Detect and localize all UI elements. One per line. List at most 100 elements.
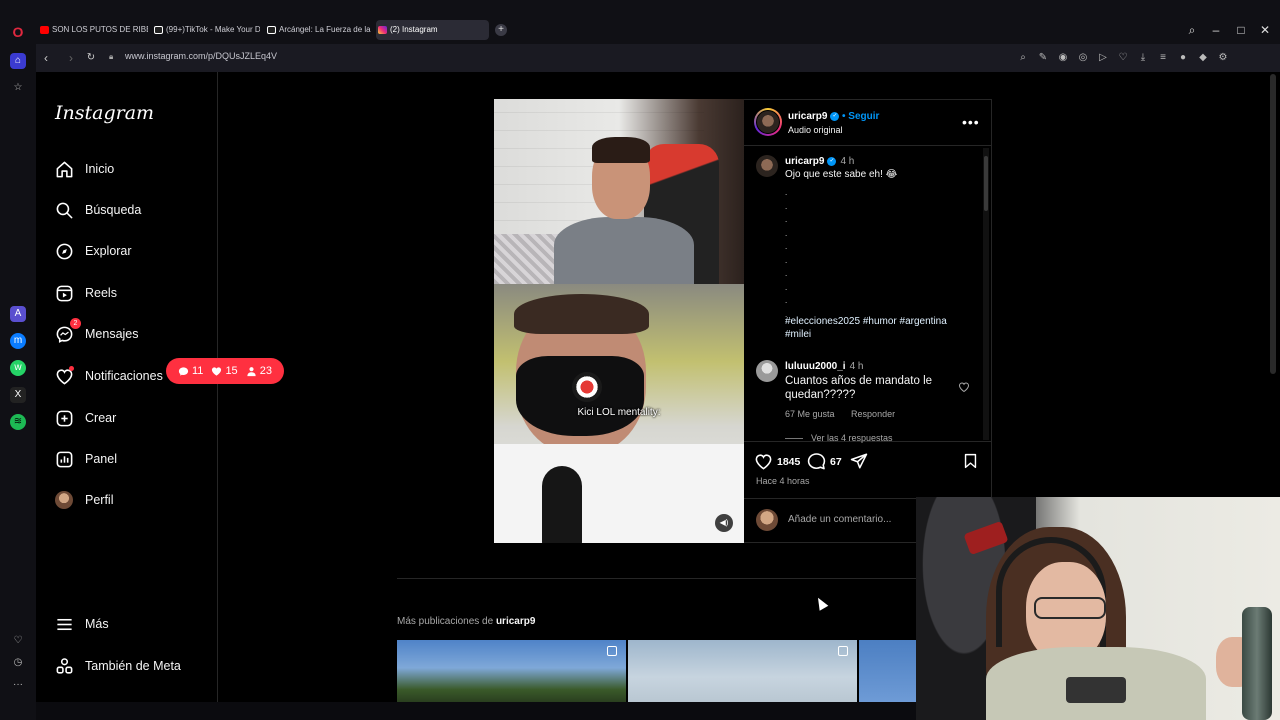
- like-count: 1845: [777, 455, 801, 468]
- sidebar-item-label: Crear: [85, 411, 117, 425]
- tab-tiktok-1[interactable]: (99+)TikTok - Make Your D: [152, 20, 260, 40]
- wallet-icon[interactable]: ◆: [1196, 51, 1210, 65]
- heart-icon[interactable]: ♡: [10, 633, 26, 649]
- tiktok-icon: [154, 26, 163, 34]
- sidebar-item-notificaciones[interactable]: Notificaciones: [54, 364, 163, 388]
- audio-label[interactable]: Audio original: [788, 125, 843, 135]
- back-icon[interactable]: ‹: [38, 50, 54, 66]
- reply-button[interactable]: Responder: [851, 409, 895, 419]
- person-icon: [247, 366, 256, 376]
- caption-username-text: uricarp9: [785, 156, 825, 167]
- sidebar-item-mensajes[interactable]: 2 Mensajes: [54, 318, 139, 346]
- history-icon[interactable]: ◷: [10, 655, 26, 671]
- sidebar-item-inicio[interactable]: Inicio: [54, 157, 114, 181]
- zoom-icon[interactable]: ⌕: [1016, 51, 1030, 65]
- bookmark-icon: [964, 453, 977, 469]
- edit-icon[interactable]: ✎: [1036, 51, 1050, 65]
- search-tabs-icon[interactable]: ⌕: [1184, 22, 1200, 38]
- heart-outline-icon[interactable]: ♡: [1116, 51, 1130, 65]
- new-tab-button[interactable]: +: [495, 24, 507, 36]
- messenger-icon: 2: [54, 318, 81, 344]
- more-posts-username[interactable]: uricarp9: [496, 616, 535, 627]
- follow-button[interactable]: • Seguir: [842, 111, 879, 122]
- share-button[interactable]: [850, 452, 868, 470]
- instagram-logo[interactable]: Instagram: [55, 102, 154, 124]
- page-scrollbar-thumb[interactable]: [1270, 74, 1276, 374]
- sidebar-item-perfil[interactable]: Perfil: [54, 488, 113, 512]
- comment-username[interactable]: luluuu2000_i 4 h: [785, 361, 863, 372]
- sidebar-item-label: Mensajes: [85, 327, 139, 341]
- comments-scrollbar-thumb[interactable]: [984, 156, 988, 211]
- audio-toggle-icon[interactable]: ◀︎): [715, 514, 733, 532]
- tab-youtube[interactable]: SON LOS PUTOS DE RIBER: [38, 20, 148, 40]
- likes-count: 15: [211, 365, 238, 377]
- comment-like-icon[interactable]: [958, 381, 970, 393]
- screen: O SON LOS PUTOS DE RIBER (99+)TikTok - M…: [0, 0, 1280, 720]
- whatsapp-icon[interactable]: w: [10, 360, 26, 376]
- settings-icon[interactable]: ⚙: [1216, 51, 1230, 65]
- more-post-thumbnail[interactable]: [859, 640, 919, 702]
- tiktok-icon: [267, 26, 276, 34]
- messenger-app-icon[interactable]: m: [10, 333, 26, 349]
- tab-instagram[interactable]: (2) Instagram: [376, 20, 489, 40]
- caption-avatar[interactable]: [756, 155, 778, 177]
- menu-icon[interactable]: ≡: [1156, 51, 1170, 65]
- like-button[interactable]: 1845: [754, 452, 800, 471]
- compass-icon: [54, 241, 74, 261]
- caption-hashtags[interactable]: #elecciones2025 #humor #argentina #milei: [785, 315, 965, 341]
- author-username[interactable]: uricarp9 ✓: [788, 111, 840, 122]
- video-caption: Kici LOL mentality:: [577, 407, 661, 418]
- shield-icon[interactable]: ◎: [1076, 51, 1090, 65]
- sidebar-item-explorar[interactable]: Explorar: [54, 239, 132, 263]
- comment-icon: [807, 453, 826, 470]
- forward-icon[interactable]: ›: [63, 50, 79, 66]
- follow-label: Seguir: [848, 111, 880, 122]
- add-comment-input[interactable]: Añade un comentario...: [788, 514, 891, 525]
- current-user-avatar: [756, 509, 778, 531]
- url-field[interactable]: www.instagram.com/p/DQUsJZLEq4V: [125, 51, 277, 61]
- reload-icon[interactable]: ↻: [83, 50, 99, 66]
- caption-time: 4 h: [840, 156, 855, 167]
- sidebar-item-label: Más: [85, 617, 109, 631]
- close-icon[interactable]: ✕: [1257, 22, 1273, 38]
- aria-icon[interactable]: A: [10, 306, 26, 322]
- star-icon[interactable]: ☆: [10, 80, 26, 96]
- home-speed-dial-icon[interactable]: ⌂: [10, 53, 26, 69]
- minimize-icon[interactable]: –: [1208, 22, 1224, 38]
- more-icon[interactable]: ···: [10, 677, 26, 693]
- download-icon[interactable]: ⤓: [1136, 51, 1150, 65]
- sidebar-item-mas[interactable]: Más: [54, 612, 109, 636]
- post-video[interactable]: Kici LOL mentality:: [494, 99, 744, 543]
- sidebar-item-tambien-de-meta[interactable]: También de Meta: [54, 654, 181, 678]
- more-options-icon[interactable]: •••: [962, 114, 980, 130]
- more-post-thumbnail[interactable]: [628, 640, 857, 702]
- sidebar-item-reels[interactable]: Reels: [54, 281, 117, 305]
- comment-avatar[interactable]: [756, 360, 778, 382]
- caption-username[interactable]: uricarp9 ✓ 4 h: [785, 156, 854, 167]
- more-post-thumbnail[interactable]: [397, 640, 626, 702]
- browser-toolbar: ⌕ ✎ ◉ ◎ ▷ ♡ ⤓ ≡ ● ◆ ⚙: [1016, 51, 1230, 65]
- view-replies-button[interactable]: Ver las 4 respuestas: [785, 433, 893, 443]
- save-button[interactable]: [962, 452, 979, 470]
- sidebar-item-label: Perfil: [85, 493, 114, 507]
- maximize-icon[interactable]: □: [1233, 22, 1249, 38]
- notifications-summary-pill[interactable]: 11 15 23: [166, 358, 284, 384]
- profile-icon[interactable]: ●: [1176, 51, 1190, 65]
- sidebar-item-crear[interactable]: Crear: [54, 406, 116, 430]
- sidebar-item-panel[interactable]: Panel: [54, 447, 117, 471]
- comment-button[interactable]: 67: [807, 452, 842, 471]
- comment-likes[interactable]: 67 Me gusta: [785, 409, 835, 419]
- opera-logo-icon[interactable]: O: [8, 22, 28, 42]
- author-avatar[interactable]: [754, 108, 782, 136]
- heart-outline-icon: [755, 454, 772, 470]
- spotify-icon[interactable]: ≋: [10, 414, 26, 430]
- x-twitter-icon[interactable]: X: [10, 387, 26, 403]
- chart-icon: [54, 449, 74, 469]
- tab-tiktok-2[interactable]: Arcángel: La Fuerza de la: [265, 20, 371, 40]
- home-icon: [54, 159, 74, 179]
- camera-icon[interactable]: ◉: [1056, 51, 1070, 65]
- tab-label: (2) Instagram: [390, 25, 438, 34]
- sidebar-item-busqueda[interactable]: Búsqueda: [54, 198, 141, 222]
- heart-filled-icon: [212, 366, 222, 376]
- play-icon[interactable]: ▷: [1096, 51, 1110, 65]
